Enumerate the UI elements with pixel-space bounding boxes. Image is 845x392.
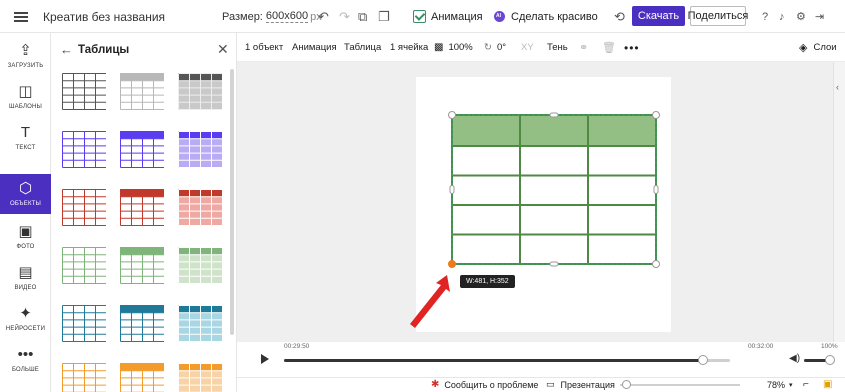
corner-handle[interactable] [448,111,456,119]
corner-handle[interactable] [448,260,456,268]
app-root: Креатив без названия Размер: 600x600 px … [0,0,845,392]
edge-handle[interactable] [549,261,559,267]
corner-handle[interactable] [652,260,660,268]
presentation-button[interactable]: ▭ Презентация [546,377,615,392]
timeline-progress [284,359,704,362]
fit-screen-icon[interactable]: ⌐ [803,377,809,392]
table-object[interactable] [451,114,657,265]
play-icon[interactable] [261,354,269,364]
edge-handle[interactable] [449,185,455,194]
canvas-overlay [410,111,660,328]
current-time: 00:29:50 [284,343,310,350]
volume-knob[interactable] [825,355,835,365]
corner-handle[interactable] [652,111,660,119]
zoom-knob[interactable] [622,380,631,389]
total-time: 00:32:00 [748,343,774,350]
report-label: Сообщить о проблеме [444,379,539,390]
report-problem-link[interactable]: ✱ Сообщить о проблеме [431,377,538,392]
annotation-arrow-icon [410,275,450,328]
timeline-track[interactable] [284,359,730,362]
bug-icon: ✱ [431,379,440,390]
monitor-icon: ▭ [546,379,555,389]
chevron-down-icon: ▾ [789,381,793,389]
dimension-tooltip: W:481, H:352 [460,275,515,288]
volume-icon[interactable]: ◀) [789,353,800,364]
zoom-slider[interactable] [620,384,740,386]
table-header-row[interactable] [452,115,656,146]
zoom-value: 78% [767,379,786,390]
edge-handle[interactable] [549,112,559,118]
edge-handle[interactable] [653,185,659,194]
pip-icon[interactable]: ▣ [823,377,832,392]
volume-percent: 100% [821,343,838,350]
presentation-label: Презентация [560,379,615,390]
status-bar [237,377,845,392]
zoom-dropdown[interactable]: 78% ▾ [767,377,793,392]
